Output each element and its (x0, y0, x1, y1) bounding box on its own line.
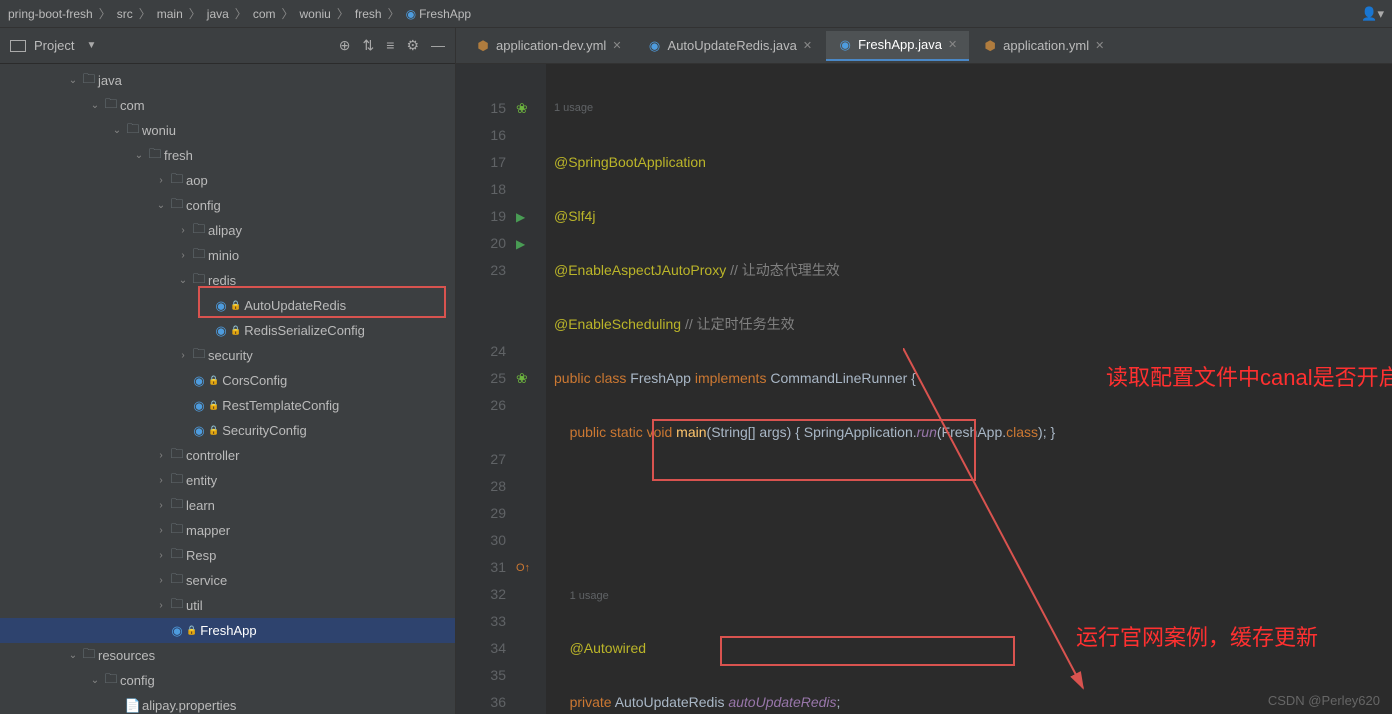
tree-item[interactable]: ›🗀Resp (0, 543, 455, 568)
tree-item[interactable]: ◉🔒AutoUpdateRedis (0, 293, 455, 318)
tree-item[interactable]: ⌄🗀config (0, 668, 455, 693)
close-icon[interactable]: ✕ (948, 38, 957, 51)
expand-icon[interactable]: ⇅ (363, 37, 375, 54)
breadcrumb-bar: pring-boot-fresh〉 src〉 main〉 java〉 com〉 … (0, 0, 1392, 28)
tree-item[interactable]: ›🗀service (0, 568, 455, 593)
editor-tabs[interactable]: ⬢application-dev.yml✕◉AutoUpdateRedis.ja… (456, 28, 1392, 64)
tree-item[interactable]: ›🗀learn (0, 493, 455, 518)
project-header[interactable]: Project ▼ ⊕ ⇅ ≡ ⚙ — (0, 28, 455, 64)
watermark: CSDN @Perley620 (1268, 693, 1380, 708)
gutter-icons: ❀▶▶❀O↑ (516, 64, 546, 714)
tree-item[interactable]: ◉🔒RedisSerializeConfig (0, 318, 455, 343)
tree-item[interactable]: ›🗀aop (0, 168, 455, 193)
project-title: Project (34, 38, 74, 53)
target-icon[interactable]: ⊕ (339, 37, 351, 54)
bc-root[interactable]: pring-boot-fresh (8, 7, 93, 21)
editor-tab[interactable]: ◉FreshApp.java✕ (826, 31, 969, 61)
editor-tab[interactable]: ⬢application-dev.yml✕ (464, 31, 634, 61)
close-icon[interactable]: ✕ (1095, 39, 1104, 52)
tree-item[interactable]: ›🗀entity (0, 468, 455, 493)
tree-item[interactable]: ⌄🗀woniu (0, 118, 455, 143)
tree-item[interactable]: ⌄🗀resources (0, 643, 455, 668)
tree-item[interactable]: ⌄🗀java (0, 68, 455, 93)
tree-item[interactable]: ◉🔒CorsConfig (0, 368, 455, 393)
tree-item[interactable]: ›🗀security (0, 343, 455, 368)
editor-tab[interactable]: ⬢application.yml✕ (971, 31, 1116, 61)
tree-item[interactable]: ◉🔒RestTemplateConfig (0, 393, 455, 418)
tree-item[interactable]: ◉🔒SecurityConfig (0, 418, 455, 443)
tree-item[interactable]: ›🗀alipay (0, 218, 455, 243)
tree-item[interactable]: ›🗀controller (0, 443, 455, 468)
project-tree[interactable]: ⌄🗀java⌄🗀com⌄🗀woniu⌄🗀fresh›🗀aop⌄🗀config›🗀… (0, 64, 455, 714)
close-icon[interactable]: ✕ (612, 39, 621, 52)
project-sidebar: Project ▼ ⊕ ⇅ ≡ ⚙ — ⌄🗀java⌄🗀com⌄🗀woniu⌄🗀… (0, 28, 456, 714)
tree-item[interactable]: ›🗀util (0, 593, 455, 618)
editor-area: ⬢application-dev.yml✕◉AutoUpdateRedis.ja… (456, 28, 1392, 714)
collapse-icon[interactable]: ≡ (386, 37, 394, 54)
editor-tab[interactable]: ◉AutoUpdateRedis.java✕ (636, 31, 825, 61)
bc-current[interactable]: ◉ FreshApp (406, 7, 472, 21)
tree-item[interactable]: 📄alipay.properties (0, 693, 455, 714)
breadcrumb[interactable]: pring-boot-fresh〉 src〉 main〉 java〉 com〉 … (8, 5, 471, 22)
tree-item[interactable]: ⌄🗀fresh (0, 143, 455, 168)
tree-item[interactable]: ⌄🗀redis (0, 268, 455, 293)
tree-item[interactable]: ›🗀minio (0, 243, 455, 268)
user-menu-icon[interactable]: 👤▾ (1361, 6, 1384, 22)
tree-item[interactable]: ›🗀mapper (0, 518, 455, 543)
tree-item[interactable]: ⌄🗀com (0, 93, 455, 118)
tree-item[interactable]: ◉🔒FreshApp (0, 618, 455, 643)
chevron-down-icon[interactable]: ▼ (86, 40, 96, 51)
gear-icon[interactable]: ⚙ (406, 37, 419, 54)
line-gutter[interactable]: 1516171819202324252627282930313233343536 (456, 64, 516, 714)
code-editor[interactable]: 1 usage @SpringBootApplication @Slf4j @E… (546, 64, 1392, 714)
hide-icon[interactable]: — (431, 37, 445, 54)
close-icon[interactable]: ✕ (803, 39, 812, 52)
project-icon (10, 40, 26, 52)
sidebar-toolbar: ⊕ ⇅ ≡ ⚙ — (339, 37, 445, 54)
tree-item[interactable]: ⌄🗀config (0, 193, 455, 218)
